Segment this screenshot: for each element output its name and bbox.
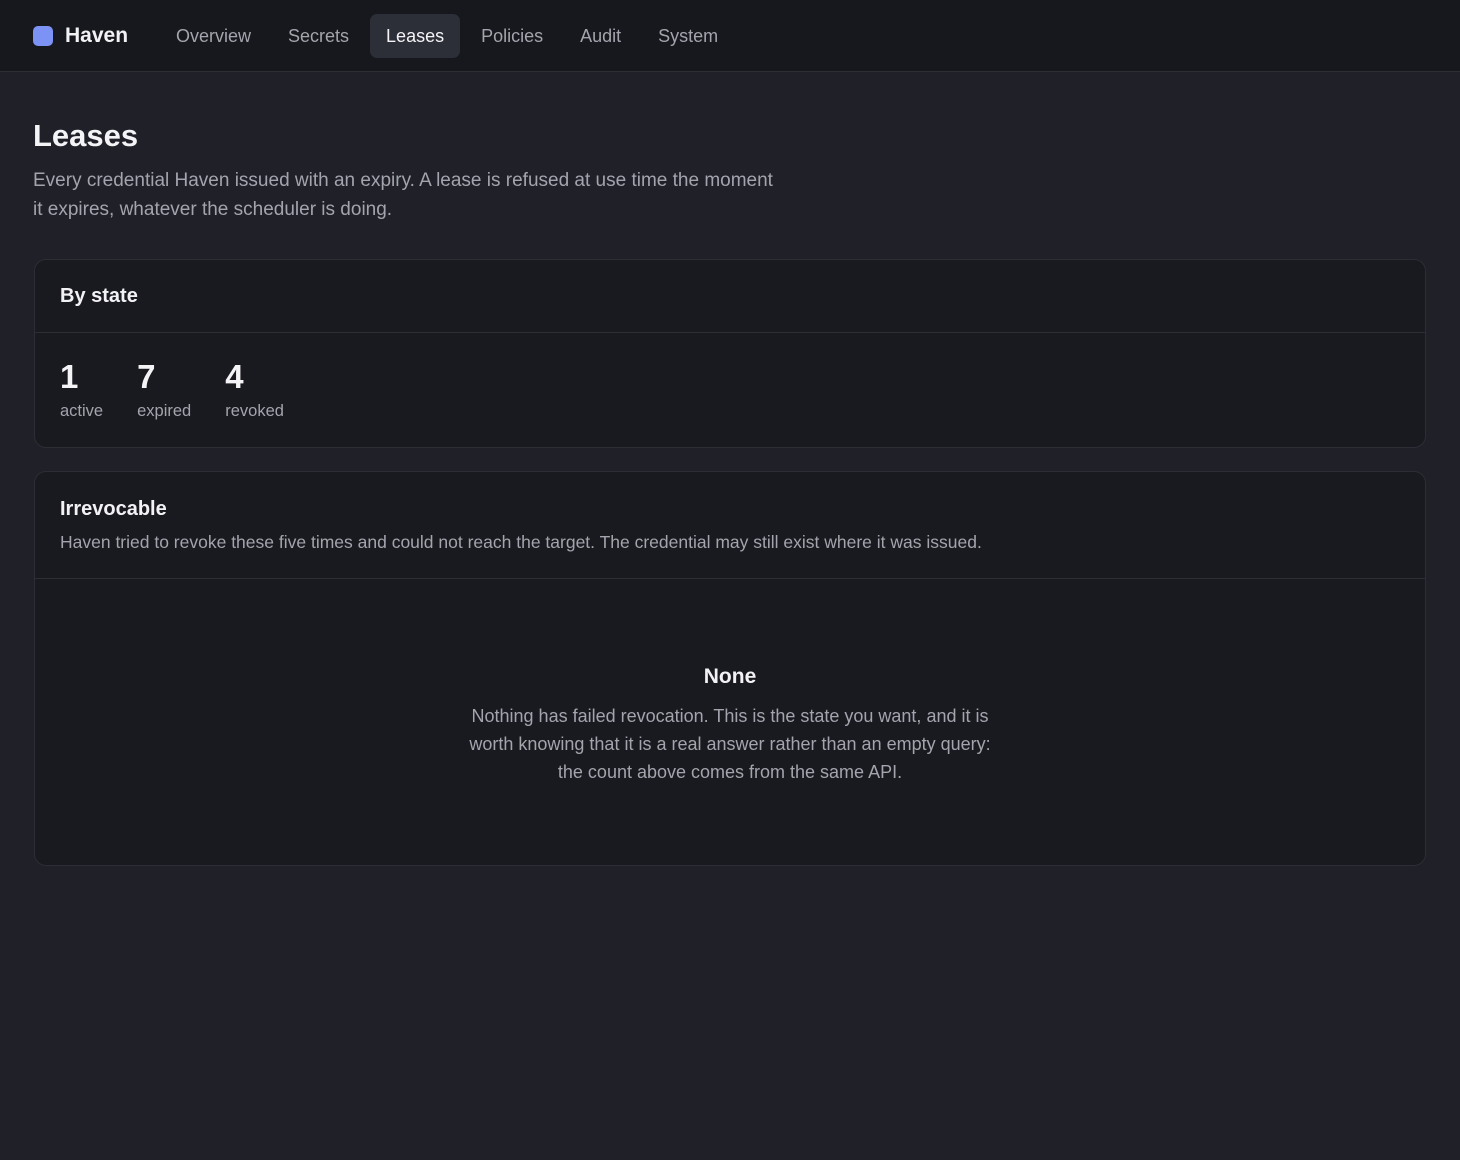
- stat-expired: 7 expired: [137, 357, 191, 421]
- brand[interactable]: Haven: [33, 25, 128, 47]
- tab-policies[interactable]: Policies: [465, 14, 559, 58]
- haven-logo-icon: [33, 26, 53, 46]
- tab-audit[interactable]: Audit: [564, 14, 637, 58]
- empty-state-text: Nothing has failed revocation. This is t…: [469, 706, 991, 782]
- brand-name: Haven: [65, 24, 129, 47]
- irrevocable-card: Irrevocable Haven tried to revoke these …: [34, 471, 1426, 866]
- tab-leases[interactable]: Leases: [370, 14, 461, 58]
- stat-revoked: 4 revoked: [225, 357, 284, 421]
- irrevocable-title: Irrevocable: [60, 498, 167, 520]
- stat-revoked-label: revoked: [225, 402, 284, 420]
- tab-overview[interactable]: Overview: [160, 14, 267, 58]
- irrevocable-subtitle: Haven tried to revoke these five times a…: [60, 532, 982, 552]
- tab-system[interactable]: System: [642, 14, 734, 58]
- stat-expired-label: expired: [137, 402, 192, 420]
- top-navigation-bar: Haven Overview Secrets Leases Policies A…: [0, 0, 1460, 72]
- stat-active: 1 active: [60, 357, 103, 421]
- empty-state-title: None: [703, 665, 757, 688]
- empty-state: None Nothing has failed revocation. This…: [35, 579, 1425, 786]
- page-description: Every credential Haven issued with an ex…: [33, 170, 773, 220]
- irrevocable-card-header: Irrevocable Haven tried to revoke these …: [35, 472, 1425, 579]
- page-title: Leases: [33, 118, 139, 153]
- stat-revoked-value: 4: [225, 358, 244, 395]
- by-state-card: By state 1 active 7 expired 4 revoked: [34, 259, 1426, 448]
- stat-active-value: 1: [60, 358, 79, 395]
- by-state-card-header: By state: [35, 260, 1425, 333]
- lease-state-stats: 1 active 7 expired 4 revoked: [35, 333, 1425, 421]
- by-state-title: By state: [60, 285, 138, 307]
- main-nav: Overview Secrets Leases Policies Audit S…: [160, 14, 739, 58]
- stat-active-label: active: [60, 402, 104, 420]
- tab-secrets[interactable]: Secrets: [272, 14, 365, 58]
- stat-expired-value: 7: [137, 358, 156, 395]
